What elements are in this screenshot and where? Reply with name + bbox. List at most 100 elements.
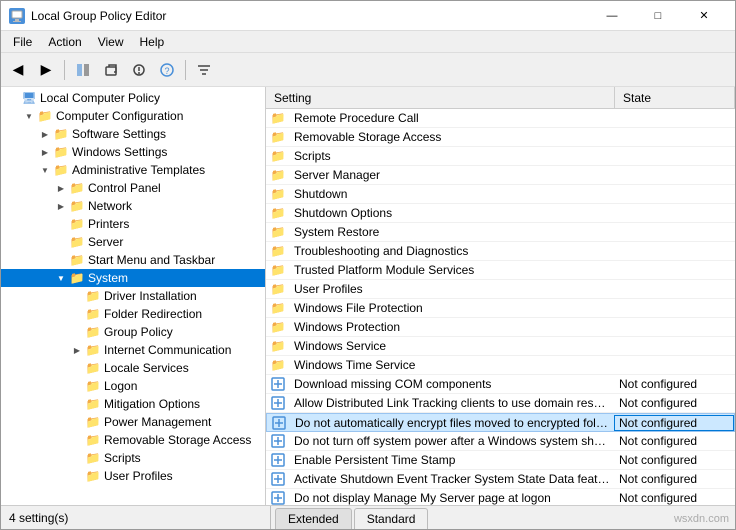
- row-setting: Do not turn off system power after a Win…: [290, 434, 615, 448]
- tab-standard[interactable]: Standard: [354, 508, 429, 529]
- tree-item-scripts[interactable]: 📁 Scripts: [1, 449, 265, 467]
- list-row[interactable]: Activate Shutdown Event Tracker System S…: [266, 470, 735, 489]
- list-row[interactable]: Download missing COM components Not conf…: [266, 375, 735, 394]
- folder-row-icon: 📁: [266, 320, 290, 334]
- list-row[interactable]: 📁 Server Manager: [266, 166, 735, 185]
- list-row[interactable]: 📁 System Restore: [266, 223, 735, 242]
- tree-label: Start Menu and Taskbar: [88, 253, 215, 267]
- window-title: Local Group Policy Editor: [31, 9, 166, 23]
- list-row[interactable]: 📁 Remote Procedure Call: [266, 109, 735, 128]
- menu-bar: File Action View Help: [1, 31, 735, 53]
- folder-icon: 📁: [37, 108, 53, 124]
- new-window-button[interactable]: [98, 57, 124, 83]
- policy-row-icon: [266, 490, 290, 505]
- tree-item-windows-settings[interactable]: ▶ 📁 Windows Settings: [1, 143, 265, 161]
- list-row[interactable]: 📁 Shutdown: [266, 185, 735, 204]
- status-bar: 4 setting(s) Extended Standard wsxdn.com: [1, 505, 735, 529]
- menu-view[interactable]: View: [90, 33, 132, 51]
- folder-icon: 📁: [69, 234, 85, 250]
- tree-item-system[interactable]: ▼ 📁 System: [1, 269, 265, 287]
- list-row[interactable]: 📁 Windows Service: [266, 337, 735, 356]
- tree-item-driver-installation[interactable]: 📁 Driver Installation: [1, 287, 265, 305]
- tree-label: Local Computer Policy: [40, 91, 160, 105]
- tree-item-control-panel[interactable]: ▶ 📁 Control Panel: [1, 179, 265, 197]
- list-row-highlighted[interactable]: Do not automatically encrypt files moved…: [266, 413, 735, 432]
- row-setting: Allow Distributed Link Tracking clients …: [290, 396, 615, 410]
- filter-button[interactable]: [191, 57, 217, 83]
- properties-button[interactable]: [126, 57, 152, 83]
- row-setting: Scripts: [290, 149, 615, 163]
- tree-label: Software Settings: [72, 127, 166, 141]
- help-button[interactable]: ?: [154, 57, 180, 83]
- folder-row-icon: 📁: [266, 263, 290, 277]
- folder-icon: 📁: [85, 360, 101, 376]
- row-setting: Download missing COM components: [290, 377, 615, 391]
- minimize-button[interactable]: —: [589, 1, 635, 31]
- tree-label: Logon: [104, 379, 137, 393]
- folder-row-icon: 📁: [266, 358, 290, 372]
- tree-item-user-profiles[interactable]: 📁 User Profiles: [1, 467, 265, 485]
- list-row[interactable]: 📁 Removable Storage Access: [266, 128, 735, 147]
- list-row[interactable]: 📁 Shutdown Options: [266, 204, 735, 223]
- folder-row-icon: 📁: [266, 168, 290, 182]
- tree-item-power-management[interactable]: 📁 Power Management: [1, 413, 265, 431]
- tree-item-printers[interactable]: 📁 Printers: [1, 215, 265, 233]
- row-state: Not configured: [615, 434, 735, 448]
- show-hide-button[interactable]: [70, 57, 96, 83]
- list-row[interactable]: 📁 Windows Protection: [266, 318, 735, 337]
- title-bar: Local Group Policy Editor — □ ✕: [1, 1, 735, 31]
- tab-extended[interactable]: Extended: [275, 508, 352, 529]
- folder-row-icon: 📁: [266, 130, 290, 144]
- tree-item-folder-redirection[interactable]: 📁 Folder Redirection: [1, 305, 265, 323]
- tree-item-mitigation-options[interactable]: 📁 Mitigation Options: [1, 395, 265, 413]
- tree-item-server[interactable]: 📁 Server: [1, 233, 265, 251]
- folder-row-icon: 📁: [266, 149, 290, 163]
- tree-item-group-policy[interactable]: 📁 Group Policy: [1, 323, 265, 341]
- tree-item-removable-storage[interactable]: 📁 Removable Storage Access: [1, 431, 265, 449]
- col-setting-label: Setting: [274, 91, 311, 105]
- row-state: Not configured: [615, 453, 735, 467]
- folder-icon: 📁: [85, 414, 101, 430]
- tree-item-local-computer-policy[interactable]: 🖥 Local Computer Policy: [1, 89, 265, 107]
- list-row[interactable]: Do not display Manage My Server page at …: [266, 489, 735, 505]
- tree-item-software-settings[interactable]: ▶ 📁 Software Settings: [1, 125, 265, 143]
- tree-label: Mitigation Options: [104, 397, 200, 411]
- list-row[interactable]: 📁 Trusted Platform Module Services: [266, 261, 735, 280]
- tree-label: Administrative Templates: [72, 163, 205, 177]
- list-row[interactable]: 📁 Windows Time Service: [266, 356, 735, 375]
- list-row[interactable]: 📁 Scripts: [266, 147, 735, 166]
- tree-item-administrative-templates[interactable]: ▼ 📁 Administrative Templates: [1, 161, 265, 179]
- tree-label: Network: [88, 199, 132, 213]
- folder-icon: 📁: [85, 396, 101, 412]
- tree-item-logon[interactable]: 📁 Logon: [1, 377, 265, 395]
- tree-item-locale-services[interactable]: 📁 Locale Services: [1, 359, 265, 377]
- policy-row-icon: [266, 452, 290, 468]
- window-controls: — □ ✕: [589, 1, 727, 31]
- maximize-button[interactable]: □: [635, 1, 681, 31]
- col-header-state[interactable]: State: [615, 87, 735, 108]
- folder-icon: 📁: [69, 180, 85, 196]
- forward-button[interactable]: ▶: [33, 57, 59, 83]
- menu-help[interactable]: Help: [132, 33, 173, 51]
- list-row[interactable]: Do not turn off system power after a Win…: [266, 432, 735, 451]
- menu-file[interactable]: File: [5, 33, 40, 51]
- folder-row-icon: 📁: [266, 301, 290, 315]
- folder-row-icon: 📁: [266, 282, 290, 296]
- list-row[interactable]: 📁 User Profiles: [266, 280, 735, 299]
- tree-item-internet-communication[interactable]: ▶ 📁 Internet Communication: [1, 341, 265, 359]
- menu-action[interactable]: Action: [40, 33, 89, 51]
- back-button[interactable]: ◀: [5, 57, 31, 83]
- folder-icon: 📁: [69, 270, 85, 286]
- list-row[interactable]: 📁 Troubleshooting and Diagnostics: [266, 242, 735, 261]
- tree-label: Removable Storage Access: [104, 433, 251, 447]
- tree-item-start-menu[interactable]: 📁 Start Menu and Taskbar: [1, 251, 265, 269]
- list-row[interactable]: Allow Distributed Link Tracking clients …: [266, 394, 735, 413]
- tree-item-network[interactable]: ▶ 📁 Network: [1, 197, 265, 215]
- col-header-setting[interactable]: Setting: [266, 87, 615, 108]
- list-row[interactable]: Enable Persistent Time Stamp Not configu…: [266, 451, 735, 470]
- row-setting: Enable Persistent Time Stamp: [290, 453, 615, 467]
- folder-icon: 📁: [85, 378, 101, 394]
- tree-item-computer-configuration[interactable]: ▼ 📁 Computer Configuration: [1, 107, 265, 125]
- list-row[interactable]: 📁 Windows File Protection: [266, 299, 735, 318]
- close-button[interactable]: ✕: [681, 1, 727, 31]
